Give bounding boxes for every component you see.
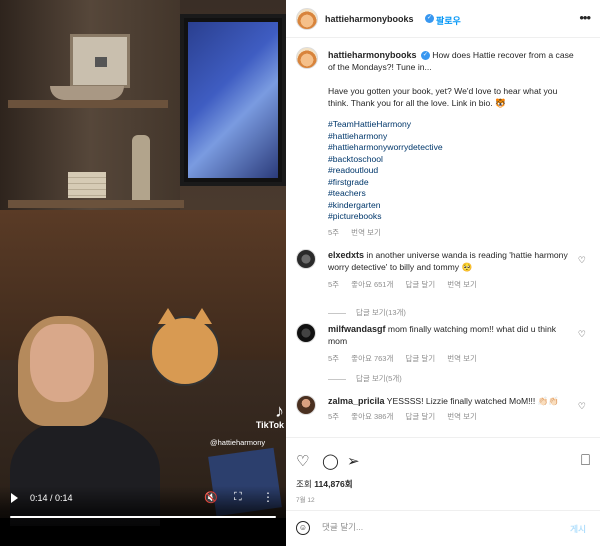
like-heart-icon[interactable]: ♡ — [578, 329, 586, 340]
view-replies-button[interactable]: 답글 보기(13개) — [328, 307, 406, 318]
view-replies-button[interactable]: 답글 보기(5개) — [328, 373, 402, 384]
comment-text: YESSSS! Lizzie finally watched MoM!!! 👏🏻… — [386, 396, 560, 406]
comment-bubble-icon[interactable]: ◯ — [322, 452, 339, 470]
hashtag-link[interactable]: #kindergarten — [328, 200, 580, 212]
hashtag-link[interactable]: #readoutloud — [328, 165, 580, 177]
like-heart-icon[interactable]: ♡ — [296, 452, 309, 470]
views-label: 조회 — [296, 479, 312, 489]
hashtag-link[interactable]: #backtoschool — [328, 154, 580, 166]
comment-likes[interactable]: 좋아요 763개 — [351, 354, 393, 363]
mute-icon[interactable]: 🔇 — [204, 491, 218, 504]
tiktok-logo-text: TikTok — [255, 420, 284, 430]
reply-button[interactable]: 답글 달기 — [405, 354, 435, 363]
caption-second-paragraph: Have you gotten your book, yet? We'd lov… — [328, 86, 558, 108]
view-count: 조회 114,876회 — [296, 478, 353, 490]
hashtag-link[interactable]: #firstgrade — [328, 177, 580, 189]
verified-icon: ✓ — [425, 14, 434, 23]
more-options-icon[interactable]: ⋮ — [262, 490, 274, 504]
avatar[interactable] — [296, 47, 318, 69]
bowl — [50, 86, 124, 100]
comment-age: 5주 — [328, 354, 340, 363]
like-heart-icon[interactable]: ♡ — [578, 255, 586, 266]
avatar[interactable] — [296, 395, 316, 415]
header-username[interactable]: hattieharmonybooks — [325, 14, 414, 24]
shelf — [8, 200, 184, 208]
add-comment-bar: ☺ 게시 — [286, 510, 600, 546]
comment-meta: 5주 좋아요 763개 답글 달기 번역 보기 — [328, 353, 576, 365]
more-options-icon[interactable]: ••• — [579, 10, 591, 25]
video-time: 0:14 / 0:14 — [30, 493, 73, 503]
reply-button[interactable]: 답글 달기 — [405, 412, 435, 421]
video-progress-bar[interactable] — [10, 516, 276, 518]
stacked-books — [68, 172, 106, 198]
verified-icon: ✓ — [420, 51, 430, 61]
hashtag-link[interactable]: #hattieharmonyworrydetective — [328, 142, 580, 154]
play-icon[interactable] — [11, 493, 18, 503]
hashtag-link[interactable]: #teachers — [328, 188, 580, 200]
emoji-icon[interactable]: ☺ — [296, 521, 310, 535]
comment-age: 5주 — [328, 412, 340, 421]
comment-likes[interactable]: 좋아요 386개 — [351, 412, 393, 421]
avatar[interactable] — [296, 249, 316, 269]
comment-username[interactable]: milfwandasgf — [328, 324, 386, 334]
shelf — [8, 100, 168, 108]
tiktok-icon: ♪ — [275, 401, 284, 421]
bookmark-icon[interactable]: ⎕ — [581, 452, 590, 469]
follow-button[interactable]: 팔로우 — [436, 14, 461, 27]
post-header: hattieharmonybooks ✓ 팔로우 ••• — [286, 0, 600, 38]
television — [180, 14, 286, 186]
caption-meta: 5주 번역 보기 — [328, 227, 580, 239]
comment-likes[interactable]: 좋아요 651개 — [351, 280, 393, 289]
tiktok-handle: @hattieharmony — [210, 438, 266, 447]
translate-link[interactable]: 번역 보기 — [351, 228, 381, 237]
hashtag-link[interactable]: #TeamHattieHarmony — [328, 119, 580, 131]
comment-age: 5주 — [328, 280, 340, 289]
hashtag-link[interactable]: #hattieharmony — [328, 131, 580, 143]
comment-input[interactable] — [322, 522, 542, 532]
comments-scroll-area[interactable]: hattieharmonybooks ✓ How does Hattie rec… — [286, 39, 600, 437]
comment-text: in another universe wanda is reading 'ha… — [328, 250, 568, 272]
comment-body: elxedxts in another universe wanda is re… — [328, 249, 576, 291]
post-panel: hattieharmonybooks ✓ 팔로우 ••• hattieharmo… — [286, 0, 600, 546]
picture-frame — [70, 34, 130, 88]
caption-text: hattieharmonybooks ✓ How does Hattie rec… — [328, 49, 580, 239]
caption-username[interactable]: hattieharmonybooks — [328, 50, 417, 60]
hashtag-list: #TeamHattieHarmony #hattieharmony #hatti… — [328, 119, 580, 223]
comment-username[interactable]: zalma_pricila — [328, 396, 385, 406]
share-paper-plane-icon[interactable]: ➢ — [347, 452, 360, 470]
comment-meta: 5주 좋아요 651개 답글 달기 번역 보기 — [328, 279, 576, 291]
translate-link[interactable]: 번역 보기 — [447, 354, 477, 363]
like-heart-icon[interactable]: ♡ — [578, 401, 586, 412]
translate-link[interactable]: 번역 보기 — [447, 280, 477, 289]
video-controls: 0:14 / 0:14 🔇 ⛶ ⋮ — [0, 486, 286, 546]
views-number: 114,876회 — [314, 479, 353, 489]
cat-illustration — [150, 308, 220, 386]
reply-button[interactable]: 답글 달기 — [405, 280, 435, 289]
hashtag-link[interactable]: #picturebooks — [328, 211, 580, 223]
avatar[interactable] — [296, 323, 316, 343]
translate-link[interactable]: 번역 보기 — [447, 412, 477, 421]
comment-body: zalma_pricila YESSSS! Lizzie finally wat… — [328, 395, 576, 423]
comment-body: milfwandasgf mom finally watching mom!! … — [328, 323, 576, 365]
post-comment-button[interactable]: 게시 — [570, 523, 586, 535]
avatar[interactable] — [296, 8, 318, 30]
video-player[interactable]: ♪ TikTok @hattieharmony 0:14 / 0:14 🔇 ⛶ … — [0, 0, 286, 546]
fullscreen-icon[interactable]: ⛶ — [234, 491, 242, 504]
caption-age: 5주 — [328, 227, 340, 237]
post-date: 7월 12 — [296, 497, 315, 504]
tiktok-watermark: ♪ TikTok — [236, 402, 284, 430]
comment-username[interactable]: elxedxts — [328, 250, 364, 260]
vase — [132, 135, 150, 205]
comment-meta: 5주 좋아요 386개 답글 달기 번역 보기 — [328, 411, 576, 423]
post-actions: ♡ ◯ ➢ ⎕ 조회 114,876회 7월 12 — [286, 437, 600, 509]
